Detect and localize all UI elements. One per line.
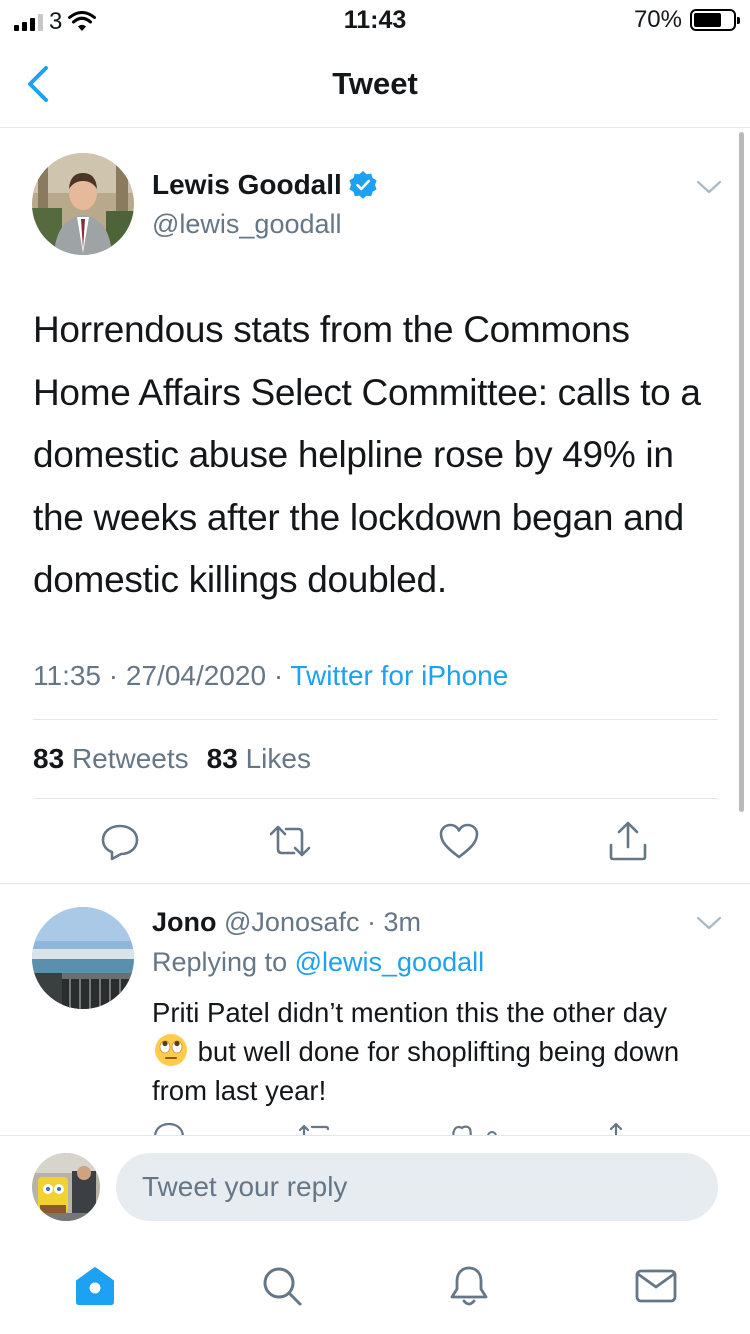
divider (33, 719, 718, 720)
retweets-count-link[interactable]: 83 Retweets (33, 743, 189, 775)
divider (33, 798, 718, 799)
likes-label: Likes (245, 743, 311, 774)
reply-author-handle[interactable]: @Jonosafc (224, 907, 359, 937)
author-avatar[interactable] (32, 153, 134, 255)
tab-notifications[interactable] (447, 1264, 491, 1308)
reply-icon (101, 824, 139, 861)
main-tweet: Lewis Goodall @lewis_goodall Horrendous … (0, 129, 750, 884)
reply-tweet[interactable]: Jono @Jonosafc · 3m Replying to @lewis_g… (0, 885, 750, 1135)
share-icon[interactable] (604, 1121, 628, 1135)
reply-icon[interactable] (152, 1121, 186, 1135)
reply-text-end: but well done for shoplifting being down… (152, 1036, 680, 1106)
replying-prefix: Replying to (152, 947, 288, 977)
nav-bar: Tweet (0, 40, 750, 128)
search-icon (263, 1267, 302, 1306)
replying-to: Replying to @lewis_goodall (152, 947, 484, 978)
home-icon (76, 1267, 114, 1305)
current-user-avatar[interactable] (32, 1153, 100, 1221)
tweet-time: 11:35 (33, 660, 101, 691)
likes-count-link[interactable]: 83 Likes (207, 743, 311, 775)
likes-count: 83 (206, 743, 238, 774)
verified-badge-icon (349, 171, 377, 199)
retweets-label: Retweets (71, 743, 189, 774)
tweet-text: Horrendous stats from the Commons Home A… (33, 309, 701, 600)
retweets-count: 83 (33, 743, 65, 774)
tweet-date: 27/04/2020 (125, 660, 267, 691)
tweet-actions (0, 819, 750, 869)
reply-text-start: Priti Patel didn’t mention this the othe… (152, 997, 668, 1028)
reply-author-name[interactable]: Jono (152, 907, 217, 937)
battery-icon (690, 9, 740, 31)
tab-bar (0, 1238, 750, 1334)
reply-composer: Tweet your reply (0, 1135, 750, 1238)
tweet-meta: 11:35 · 27/04/2020 · Twitter for iPhone (33, 660, 508, 692)
tweet-source-link[interactable]: Twitter for iPhone (290, 660, 508, 691)
reply-input[interactable]: Tweet your reply (116, 1153, 718, 1221)
rolling-eyes-emoji-icon (155, 1034, 187, 1066)
chevron-down-icon[interactable] (696, 915, 722, 931)
reply-age: 3m (383, 907, 422, 937)
share-icon (609, 821, 647, 861)
tab-home[interactable] (73, 1264, 117, 1308)
meta-separator: · (108, 660, 119, 691)
meta-separator: · (273, 660, 284, 691)
reply-separator: · (367, 907, 377, 937)
tab-search[interactable] (260, 1264, 304, 1308)
messages-icon (635, 1269, 677, 1303)
chevron-down-icon[interactable] (696, 179, 722, 195)
status-bar: 3 11:43 70% (0, 0, 750, 40)
heart-icon[interactable] (450, 1121, 500, 1135)
like-button[interactable] (437, 819, 481, 863)
status-right: 70% (633, 6, 740, 34)
reply-author-avatar[interactable] (32, 907, 134, 1009)
author-name-text: Lewis Goodall (152, 169, 342, 200)
notifications-icon (450, 1266, 488, 1306)
engagement-counts: 83 Retweets 83 Likes (33, 743, 311, 775)
retweet-icon[interactable] (298, 1121, 334, 1135)
page-title: Tweet (332, 66, 418, 101)
reply-header: Jono @Jonosafc · 3m (152, 907, 421, 938)
share-button[interactable] (606, 819, 650, 863)
reply-button[interactable] (98, 819, 142, 863)
author-name[interactable]: Lewis Goodall (152, 169, 378, 201)
reply-input-placeholder: Tweet your reply (142, 1171, 348, 1202)
retweet-button[interactable] (268, 819, 312, 863)
replying-to-handle[interactable]: @lewis_goodall (295, 947, 485, 977)
tab-messages[interactable] (634, 1264, 678, 1308)
author-handle[interactable]: @lewis_goodall (152, 209, 342, 240)
battery-percent: 70% (633, 6, 682, 33)
reply-actions (0, 1121, 750, 1135)
retweet-icon (269, 825, 311, 857)
reply-text: Priti Patel didn’t mention this the othe… (152, 993, 712, 1110)
heart-icon (439, 823, 479, 859)
